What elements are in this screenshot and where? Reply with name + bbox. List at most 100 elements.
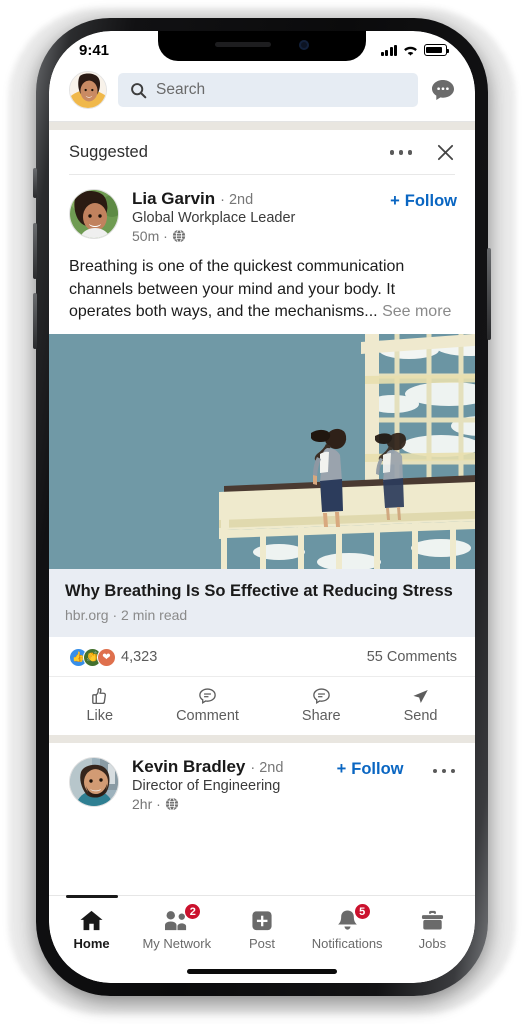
tab-label-post: Post <box>248 936 275 951</box>
follow-label: Follow <box>404 192 457 210</box>
connection-degree: · 2nd <box>250 759 284 776</box>
comment-label: Comment <box>176 707 239 724</box>
post-meta: 50m · <box>132 228 377 244</box>
my-network-icon-wrap: 2 <box>163 903 202 933</box>
follow-button[interactable]: + Follow <box>390 189 457 211</box>
comment-button[interactable]: Comment <box>170 684 245 726</box>
author-name-line: Lia Garvin · 2nd <box>132 189 377 209</box>
connection-degree: · 2nd <box>220 192 254 208</box>
more-options-icon[interactable] <box>388 144 415 161</box>
tab-notifications[interactable]: 5 Notifications <box>307 900 387 951</box>
author-name-line: Kevin Bradley · 2nd <box>132 757 324 777</box>
avatar[interactable] <box>69 756 119 807</box>
author-headline: Global Workplace Leader <box>132 210 296 226</box>
tab-jobs[interactable]: Jobs <box>392 900 472 951</box>
thumbs-up-icon <box>92 687 107 704</box>
tab-post[interactable]: Post <box>222 900 302 951</box>
phone-screen: 9:41 Search Suggested Lia Garvin · 2nd G… <box>49 31 475 983</box>
post-header: Lia Garvin · 2nd Global Workplace Leader… <box>49 175 475 254</box>
follow-plus-icon: + <box>390 192 400 210</box>
author-headline: Director of Engineering <box>132 777 281 794</box>
post-body: Breathing is one of the quickest communi… <box>49 254 475 334</box>
volume-down-button[interactable] <box>33 293 37 349</box>
reactions-group[interactable]: 👍 👏 ❤ 4,323 <box>69 647 158 667</box>
more-options-icon[interactable] <box>431 763 458 780</box>
messaging-icon[interactable] <box>429 78 457 102</box>
feed-top-separator <box>49 122 475 130</box>
post-time: 2hr · <box>132 795 161 812</box>
suggested-header: Suggested <box>49 130 475 174</box>
follow-button[interactable]: + Follow <box>337 757 404 779</box>
earpiece-speaker <box>215 42 271 47</box>
send-paper-plane-icon <box>413 689 428 703</box>
comment-bubble-icon <box>199 688 216 704</box>
post-separator <box>49 734 475 743</box>
search-icon <box>131 82 147 98</box>
briefcase-icon-wrap <box>420 908 445 933</box>
share-button[interactable]: Share <box>296 684 347 726</box>
tab-home[interactable]: Home <box>52 895 132 951</box>
home-indicator[interactable] <box>187 969 337 974</box>
bottom-tab-bar: Home 2 My Network Post 5 Notifications J… <box>49 895 475 983</box>
tab-label-jobs: Jobs <box>418 936 447 951</box>
feed-container: Suggested Lia Garvin · 2nd Global Workpl… <box>49 130 475 822</box>
author-name[interactable]: Kevin Bradley <box>132 757 245 777</box>
front-camera <box>299 39 309 50</box>
send-label: Send <box>403 707 438 724</box>
phone-device-frame: 9:41 Search Suggested Lia Garvin · 2nd G… <box>33 18 491 996</box>
device-notch <box>158 31 366 61</box>
globe-icon <box>165 797 178 811</box>
status-time: 9:41 <box>79 41 110 59</box>
search-input[interactable]: Search <box>118 73 418 107</box>
close-icon[interactable] <box>436 143 455 162</box>
article-source: hbr.org · 2 min read <box>65 606 188 623</box>
post-author-block: Lia Garvin · 2nd Global Workplace Leader… <box>132 189 377 244</box>
post-time: 50m · <box>132 228 168 244</box>
post-action-bar: Like Comment Share Send <box>49 675 475 735</box>
phone-bezel: 9:41 Search Suggested Lia Garvin · 2nd G… <box>49 31 475 983</box>
globe-icon <box>172 229 185 243</box>
share-label: Share <box>301 707 341 724</box>
article-card[interactable]: Why Breathing Is So Effective at Reducin… <box>49 569 475 637</box>
send-button[interactable]: Send <box>398 684 444 726</box>
status-indicators <box>380 44 450 57</box>
article-image[interactable] <box>49 334 475 570</box>
follow-plus-icon: + <box>336 759 347 778</box>
article-title: Why Breathing Is So Effective at Reducin… <box>65 582 453 601</box>
cellular-bars-icon <box>380 44 397 56</box>
author-name[interactable]: Lia Garvin <box>132 189 215 209</box>
app-top-bar: Search <box>49 65 475 121</box>
suggested-label: Suggested <box>69 143 148 161</box>
briefcase-icon <box>421 910 443 930</box>
avatar[interactable] <box>69 189 119 239</box>
post-body-text: Breathing is one of the quickest communi… <box>69 258 405 321</box>
volume-up-button[interactable] <box>33 223 37 279</box>
silence-switch[interactable] <box>33 168 37 198</box>
love-reaction-icon: ❤ <box>97 647 116 667</box>
comments-count[interactable]: 55 Comments <box>367 649 457 665</box>
power-button[interactable] <box>487 248 491 340</box>
tab-my-network[interactable]: 2 My Network <box>137 900 217 951</box>
wifi-icon <box>404 46 417 56</box>
tab-label-my-network: My Network <box>142 936 212 951</box>
share-bubble-icon <box>312 688 330 704</box>
search-placeholder: Search <box>156 81 206 98</box>
active-tab-indicator <box>65 895 118 898</box>
post-header: Kevin Bradley · 2nd Director of Engineer… <box>49 743 475 822</box>
see-more-link[interactable]: See more <box>382 303 451 320</box>
follow-label: Follow <box>351 759 404 778</box>
reaction-count: 4,323 <box>121 649 158 666</box>
home-icon <box>80 910 103 931</box>
badge-my-network: 2 <box>184 903 202 920</box>
home-icon-wrap <box>79 908 104 933</box>
like-button[interactable]: Like <box>80 684 119 726</box>
tab-label-home: Home <box>73 936 110 951</box>
social-counts-row: 👍 👏 ❤ 4,323 55 Comments <box>49 637 475 676</box>
tab-label-notifications: Notifications <box>311 936 383 951</box>
profile-avatar[interactable] <box>69 71 107 109</box>
battery-icon <box>424 44 450 56</box>
post-meta: 2hr · <box>132 796 324 812</box>
post-author-block: Kevin Bradley · 2nd Director of Engineer… <box>132 757 324 812</box>
suggested-actions <box>388 143 456 162</box>
screenshot-stage: 9:41 Search Suggested Lia Garvin · 2nd G… <box>0 0 524 1024</box>
